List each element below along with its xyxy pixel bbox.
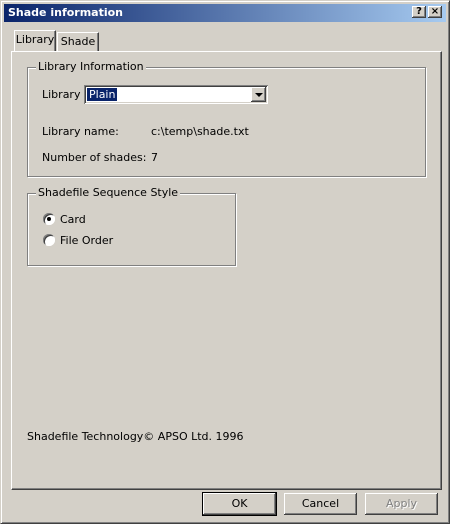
file-order-radio-label[interactable]: File Order bbox=[60, 234, 113, 247]
tab-library[interactable]: Library bbox=[14, 30, 56, 51]
radio-selected-dot bbox=[47, 217, 51, 221]
number-of-shades-label: Number of shades: bbox=[42, 151, 147, 164]
chevron-down-icon bbox=[255, 93, 263, 97]
library-select[interactable]: Plain bbox=[84, 85, 268, 104]
cancel-button[interactable]: Cancel bbox=[284, 493, 357, 515]
card-radio[interactable] bbox=[43, 213, 55, 225]
tab-panel-library: Library Information Library Plain Librar… bbox=[11, 51, 442, 490]
dialog-window: Shade information ? × Library Shade Libr… bbox=[0, 0, 450, 524]
library-dropdown-button[interactable] bbox=[251, 87, 266, 102]
sequence-style-title: Shadefile Sequence Style bbox=[36, 186, 181, 199]
apply-button[interactable]: Apply bbox=[365, 493, 438, 515]
card-radio-label[interactable]: Card bbox=[60, 213, 86, 226]
library-name-label: Library name: bbox=[42, 125, 119, 138]
library-label: Library bbox=[42, 88, 81, 101]
title-bar[interactable]: Shade information ? × bbox=[4, 4, 446, 22]
window-title: Shade information bbox=[8, 6, 124, 19]
help-button[interactable]: ? bbox=[412, 6, 426, 18]
library-information-title: Library Information bbox=[36, 60, 146, 73]
sequence-style-group: Shadefile Sequence Style Card File Order bbox=[27, 186, 236, 266]
ok-button[interactable]: OK bbox=[202, 492, 277, 516]
library-select-value: Plain bbox=[87, 88, 118, 101]
number-of-shades-value: 7 bbox=[151, 151, 158, 164]
file-order-radio[interactable] bbox=[43, 234, 55, 246]
tab-shade[interactable]: Shade bbox=[57, 32, 99, 51]
copyright-text: Shadefile Technology© APSO Ltd. 1996 bbox=[27, 430, 244, 443]
close-button[interactable]: × bbox=[428, 6, 442, 18]
library-name-value: c:\temp\shade.txt bbox=[151, 125, 249, 138]
library-information-group: Library Information Library Plain Librar… bbox=[27, 60, 426, 177]
